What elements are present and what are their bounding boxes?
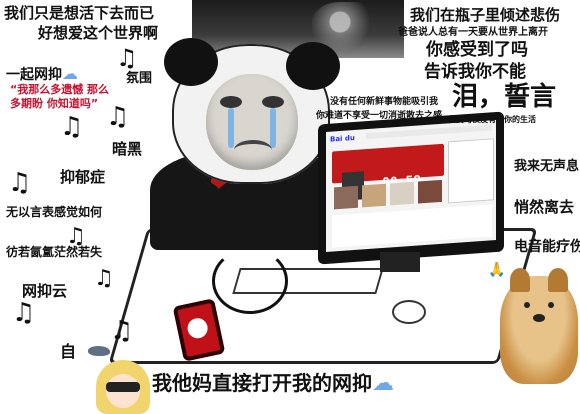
monitor-stand [380, 252, 420, 272]
monitor-screen: Bai du 00:59 [326, 120, 496, 252]
lyric-text: 我来无声息 [514, 159, 580, 174]
lyric-text: 电音能疗伤 [514, 239, 580, 255]
lyric-text: 好想爱这个世界啊 [38, 24, 159, 42]
crying-face [206, 74, 298, 170]
meme-caption: 我他妈直接打开我的网抑☁ [152, 372, 394, 395]
doge-dog [500, 268, 578, 384]
screen-side-panel [448, 138, 494, 204]
screen-nav-bar [366, 124, 492, 140]
caption-text: 我他妈直接打开我的网抑 [152, 371, 372, 395]
headphone-cable [212, 248, 288, 314]
music-note-icon: ♫ [116, 44, 138, 72]
prayer-hands-icon: 🙏 [488, 262, 506, 278]
lyric-text: 彷若氤氲茫然若失 [6, 245, 103, 259]
anime-girl-sunglasses [96, 360, 150, 414]
music-note-icon: ♫ [94, 266, 114, 291]
music-note-icon: ♫ [12, 298, 36, 328]
lyric-text: 你难道不享受一切消逝散去之感 [316, 111, 443, 121]
lyric-text: 告诉我你不能 [424, 62, 526, 82]
panda-ear-right [286, 42, 340, 90]
screen-content-strip [332, 204, 492, 248]
lyric-text: 我们在瓶子里倾述悲伤 [410, 6, 561, 24]
lyric-text: 一起网抑☁ [6, 64, 78, 83]
lyric-text: 爸爸说人总有一天要从世界上离开 [398, 27, 548, 38]
lyric-text: 悄然离去 [514, 198, 575, 216]
lyric-text: 氛围 [126, 71, 153, 86]
tear-right [270, 108, 276, 148]
baidu-logo: Bai du [330, 133, 355, 144]
computer-mouse [392, 300, 426, 324]
music-note-icon: ♫ [110, 316, 134, 346]
lyric-text: 抑郁症 [60, 168, 106, 186]
lyric-text: 我们只是想活下去而已 [4, 4, 155, 22]
panda-meme-head [164, 38, 340, 184]
panda-ear-left [164, 38, 218, 86]
lyric-text: 一起网抑 [6, 67, 62, 83]
lyric-text: 暗黑 [112, 140, 143, 158]
music-note-icon: ♫ [106, 102, 130, 132]
music-note-icon: ♫ [60, 112, 84, 142]
lyric-text: 你感受到了吗 [426, 40, 528, 60]
lyric-text: 没有任何新鲜事物能吸引我 [330, 97, 439, 107]
lyric-text: 我要习惯没有了你的生活 [448, 115, 536, 124]
computer-monitor: Bai du 00:59 [318, 111, 504, 265]
music-note-icon: ♫ [8, 168, 32, 198]
lyric-text: “我那么多遗憾 那么 [10, 83, 110, 96]
lyric-text: 网抑云 [22, 282, 68, 300]
lyric-text: 泪，誓言 [452, 82, 557, 112]
music-player-banner: 00:59 [332, 143, 444, 201]
cloud-icon: ☁ [62, 64, 78, 83]
lyric-text: 无以言表感觉如何 [6, 205, 103, 219]
lyric-text: 自 [60, 342, 77, 361]
dolphin-icon [88, 346, 110, 356]
tear-left [228, 108, 234, 148]
lyric-text: 多期盼 你知道吗” [10, 97, 99, 110]
cloud-icon: ☁ [372, 371, 394, 396]
